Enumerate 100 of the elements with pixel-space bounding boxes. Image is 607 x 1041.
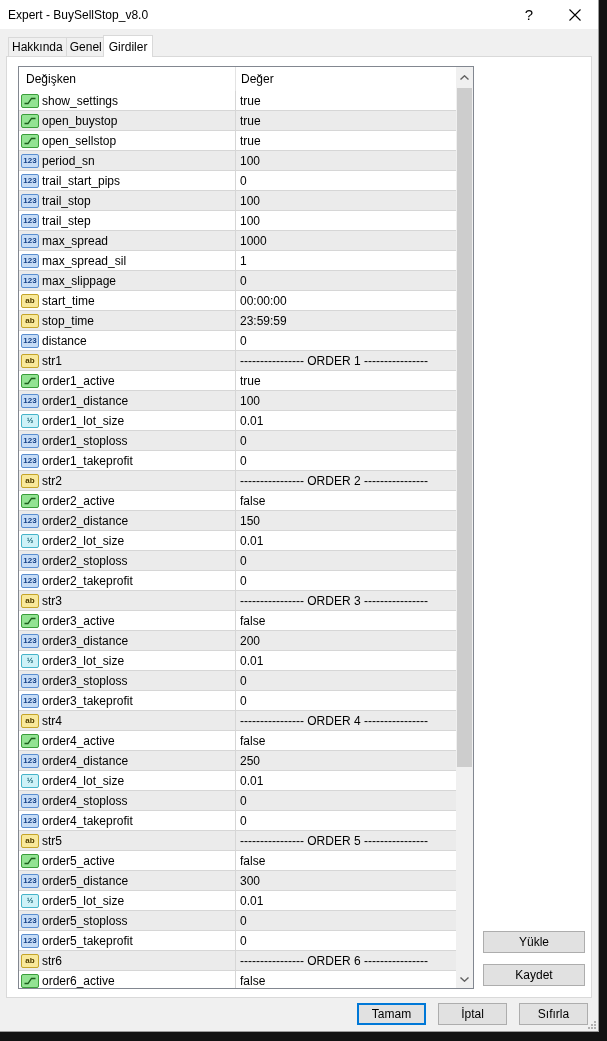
dialog-button[interactable]: Tamam	[357, 1003, 426, 1025]
side-button[interactable]: Yükle	[483, 931, 585, 953]
table-row[interactable]: order1_active true	[19, 371, 456, 391]
parameter-value: 0.01	[240, 414, 264, 428]
table-row[interactable]: 123 trail_step 100	[19, 211, 456, 231]
table-row[interactable]: ab str5 ---------------- ORDER 5 ----------------	[19, 831, 456, 851]
table-row[interactable]: ½ order4_lot_size 0.01	[19, 771, 456, 791]
type-badge: 123	[21, 574, 39, 588]
parameter-value: 0	[240, 674, 247, 688]
parameter-name: order3_distance	[42, 634, 129, 648]
table-row[interactable]: 123 trail_stop 100	[19, 191, 456, 211]
parameter-name: max_spread	[42, 234, 109, 248]
parameter-value: false	[240, 614, 266, 628]
type-badge: 123	[21, 934, 39, 948]
parameter-name: stop_time	[42, 314, 95, 328]
parameter-name: max_spread_sil	[42, 254, 127, 268]
table-row[interactable]: show_settings true	[19, 91, 456, 111]
table-row[interactable]: 123 order5_distance 300	[19, 871, 456, 891]
parameter-value: 0	[240, 574, 247, 588]
table-row[interactable]: open_sellstop true	[19, 131, 456, 151]
type-badge: 123	[21, 234, 39, 248]
table-row[interactable]: 123 max_spread 1000	[19, 231, 456, 251]
scrollbar-thumb[interactable]	[457, 88, 472, 767]
parameter-name: str5	[42, 834, 62, 848]
table-row[interactable]: ab str1 ---------------- ORDER 1 ----------------	[19, 351, 456, 371]
toggle-line-icon	[21, 614, 39, 628]
table-row[interactable]: ab str6 ---------------- ORDER 6 ----------------	[19, 951, 456, 971]
parameter-name: order1_active	[42, 374, 115, 388]
table-row[interactable]: order5_active false	[19, 851, 456, 871]
table-row[interactable]: 123 order2_distance 150	[19, 511, 456, 531]
table-row[interactable]: ½ order2_lot_size 0.01	[19, 531, 456, 551]
table-row[interactable]: 123 max_slippage 0	[19, 271, 456, 291]
parameter-name: order5_stoploss	[42, 914, 128, 928]
table-row[interactable]: ab str4 ---------------- ORDER 4 ----------------	[19, 711, 456, 731]
table-row[interactable]: 123 order1_stoploss 0	[19, 431, 456, 451]
type-badge: 123	[21, 214, 39, 228]
table-row[interactable]: ab start_time 00:00:00	[19, 291, 456, 311]
tab[interactable]: Girdiler	[102, 35, 154, 57]
parameter-value: true	[240, 374, 261, 388]
toggle-line-icon	[21, 134, 39, 148]
parameter-value: 0.01	[240, 774, 264, 788]
table-row[interactable]: order4_active false	[19, 731, 456, 751]
table-row[interactable]: order3_active false	[19, 611, 456, 631]
table-row[interactable]: open_buystop true	[19, 111, 456, 131]
table-row[interactable]: 123 order1_takeprofit 0	[19, 451, 456, 471]
table-row[interactable]: 123 order3_takeprofit 0	[19, 691, 456, 711]
table-row[interactable]: 123 trail_start_pips 0	[19, 171, 456, 191]
parameter-value: 1	[240, 254, 247, 268]
table-row[interactable]: ab stop_time 23:59:59	[19, 311, 456, 331]
parameter-value: ---------------- ORDER 3 ----------------	[240, 594, 428, 608]
parameter-value: 0	[240, 914, 247, 928]
table-row[interactable]: ½ order5_lot_size 0.01	[19, 891, 456, 911]
parameter-value: true	[240, 94, 261, 108]
parameter-value: 100	[240, 214, 261, 228]
parameter-value: 0.01	[240, 654, 264, 668]
parameter-value: 0	[240, 694, 247, 708]
parameter-value: ---------------- ORDER 6 ----------------	[240, 954, 428, 968]
type-badge: 123	[21, 394, 39, 408]
table-row[interactable]: 123 max_spread_sil 1	[19, 251, 456, 271]
table-row[interactable]: 123 order3_stoploss 0	[19, 671, 456, 691]
table-row[interactable]: 123 order5_stoploss 0	[19, 911, 456, 931]
parameter-name: open_sellstop	[42, 134, 117, 148]
type-badge: ab	[21, 714, 39, 728]
parameter-name: str3	[42, 594, 62, 608]
scrollbar[interactable]	[456, 67, 473, 988]
table-row[interactable]: ½ order3_lot_size 0.01	[19, 651, 456, 671]
table-row[interactable]: ab str3 ---------------- ORDER 3 ----------------	[19, 591, 456, 611]
table-row[interactable]: 123 order2_stoploss 0	[19, 551, 456, 571]
help-button[interactable]: ?	[506, 0, 552, 29]
parameter-name: str2	[42, 474, 62, 488]
parameter-name: order2_takeprofit	[42, 574, 133, 588]
table-row[interactable]: order2_active false	[19, 491, 456, 511]
table-row[interactable]: 123 order4_distance 250	[19, 751, 456, 771]
dialog-button[interactable]: Sıfırla	[519, 1003, 588, 1025]
parameter-value: 23:59:59	[240, 314, 287, 328]
type-badge: 123	[21, 334, 39, 348]
column-header[interactable]: Değer	[236, 67, 456, 91]
parameter-name: order4_lot_size	[42, 774, 125, 788]
parameter-name: max_slippage	[42, 274, 117, 288]
dialog-button[interactable]: İptal	[438, 1003, 507, 1025]
table-row[interactable]: 123 order4_takeprofit 0	[19, 811, 456, 831]
table-row[interactable]: 123 order3_distance 200	[19, 631, 456, 651]
parameter-value: 0	[240, 794, 247, 808]
type-badge: ab	[21, 314, 39, 328]
table-row[interactable]: 123 distance 0	[19, 331, 456, 351]
table-row[interactable]: 123 period_sn 100	[19, 151, 456, 171]
table-row[interactable]: 123 order4_stoploss 0	[19, 791, 456, 811]
toggle-line-icon	[21, 974, 39, 988]
table-row[interactable]: 123 order1_distance 100	[19, 391, 456, 411]
table-row[interactable]: 123 order2_takeprofit 0	[19, 571, 456, 591]
table-row[interactable]: 123 order5_takeprofit 0	[19, 931, 456, 951]
table-row[interactable]: ab str2 ---------------- ORDER 2 ----------------	[19, 471, 456, 491]
parameter-value: ---------------- ORDER 5 ----------------	[240, 834, 428, 848]
side-button[interactable]: Kaydet	[483, 964, 585, 986]
tab[interactable]: Hakkında	[8, 37, 67, 56]
parameter-name: order5_takeprofit	[42, 934, 133, 948]
table-row[interactable]: ½ order1_lot_size 0.01	[19, 411, 456, 431]
parameter-value: 300	[240, 874, 261, 888]
type-badge: 123	[21, 674, 39, 688]
parameter-value: false	[240, 734, 266, 748]
